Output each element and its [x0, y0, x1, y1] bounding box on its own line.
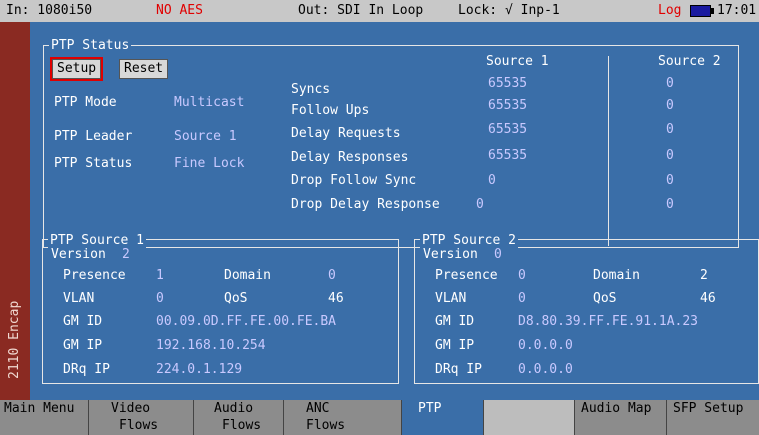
source2-header: Source 2	[658, 54, 721, 69]
softkey-bar: Main Menu Video Flows Audio Flows ANC Fl…	[0, 400, 759, 435]
gm-ip-value: 0.0.0.0	[518, 338, 573, 353]
sfp-setup-key[interactable]: SFP Setup	[666, 400, 759, 435]
gm-id-value: D8.80.39.FF.FE.91.1A.23	[518, 314, 699, 329]
qos-label: QoS	[224, 291, 248, 306]
counter-label: Follow Ups	[291, 103, 370, 118]
audio-flows-key[interactable]: Audio Flows	[193, 400, 284, 435]
version-label: Version	[423, 247, 478, 262]
clock: 17:01	[717, 3, 757, 18]
ptp-status-title: PTP Status	[49, 38, 132, 53]
counter-s2: 0	[666, 197, 674, 212]
audio-map-label: Audio Map	[581, 401, 652, 416]
gm-ip-label: GM IP	[63, 338, 103, 353]
source1-title: PTP Source 1	[48, 233, 146, 248]
ptp-leader-value: Source 1	[174, 129, 237, 144]
counter-label: Delay Requests	[291, 126, 401, 141]
blank-key[interactable]	[483, 400, 575, 435]
ptp-leader-label: PTP Leader	[54, 129, 133, 144]
main-menu-key[interactable]: Main Menu	[0, 400, 88, 435]
domain-value: 2	[700, 268, 708, 283]
ptp-mode-value: Multicast	[174, 95, 245, 110]
log-label: Log	[658, 3, 682, 18]
domain-label: Domain	[593, 268, 640, 283]
audio-flows-label-1: Audio	[214, 401, 254, 416]
presence-value: 0	[518, 268, 526, 283]
vlan-label: VLAN	[435, 291, 467, 306]
status-bar: In: 1080i50 NO AES Out: SDI In Loop Lock…	[0, 0, 759, 22]
anc-flows-label-2: Flows	[306, 418, 346, 433]
counter-s1: 65535	[488, 148, 528, 163]
video-flows-label-1: Video	[111, 401, 151, 416]
gm-id-label: GM ID	[435, 314, 475, 329]
gm-ip-value: 192.168.10.254	[156, 338, 266, 353]
video-flows-label-2: Flows	[119, 418, 159, 433]
source1-header: Source 1	[486, 54, 549, 69]
version-value: 0	[494, 247, 502, 262]
anc-flows-label-1: ANC	[306, 401, 330, 416]
vlan-value: 0	[156, 291, 164, 306]
counter-s2: 0	[666, 122, 674, 137]
counter-s1: 0	[476, 197, 484, 212]
lock-status: Lock: √ Inp-1	[458, 3, 560, 18]
aes-status: NO AES	[156, 3, 203, 18]
qos-value: 46	[700, 291, 716, 306]
audio-flows-label-2: Flows	[222, 418, 262, 433]
gm-id-value: 00.09.0D.FF.FE.00.FE.BA	[156, 314, 337, 329]
sfp-setup-label: SFP Setup	[673, 401, 744, 416]
video-flows-key[interactable]: Video Flows	[88, 400, 194, 435]
column-divider	[608, 56, 609, 246]
counter-s2: 0	[666, 148, 674, 163]
side-tab-label: 2110 Encap	[7, 300, 22, 379]
drq-ip-label: DRq IP	[63, 362, 110, 377]
domain-value: 0	[328, 268, 336, 283]
drq-ip-label: DRq IP	[435, 362, 482, 377]
counter-s2: 0	[666, 98, 674, 113]
gm-ip-label: GM IP	[435, 338, 475, 353]
output-mode: Out: SDI In Loop	[298, 3, 424, 18]
counter-label: Delay Responses	[291, 150, 409, 165]
domain-label: Domain	[224, 268, 271, 283]
version-label: Version	[51, 247, 106, 262]
counter-label: Drop Follow Sync	[291, 173, 417, 188]
vlan-value: 0	[518, 291, 526, 306]
counter-s1: 65535	[488, 76, 528, 91]
ptp-status-value: Fine Lock	[174, 156, 245, 171]
anc-flows-key[interactable]: ANC Flows	[283, 400, 402, 435]
counter-s1: 0	[488, 173, 496, 188]
side-tab[interactable]: 2110 Encap	[0, 22, 30, 400]
drq-ip-value: 224.0.1.129	[156, 362, 243, 377]
drq-ip-value: 0.0.0.0	[518, 362, 573, 377]
qos-value: 46	[328, 291, 344, 306]
main-panel: PTP Status Setup Reset PTP Mode Multicas…	[30, 22, 759, 400]
counter-s1: 65535	[488, 98, 528, 113]
main-menu-label: Main Menu	[4, 401, 75, 416]
qos-label: QoS	[593, 291, 617, 306]
vlan-label: VLAN	[63, 291, 95, 306]
counter-label: Drop Delay Response	[291, 197, 440, 212]
ptp-mode-label: PTP Mode	[54, 95, 117, 110]
battery-icon	[690, 5, 714, 21]
counter-label: Syncs	[291, 82, 331, 97]
presence-label: Presence	[63, 268, 126, 283]
source2-title: PTP Source 2	[420, 233, 518, 248]
gm-id-label: GM ID	[63, 314, 103, 329]
presence-label: Presence	[435, 268, 498, 283]
counter-s2: 0	[666, 173, 674, 188]
input-format: In: 1080i50	[6, 3, 93, 18]
ptp-status-label: PTP Status	[54, 156, 133, 171]
counter-s2: 0	[666, 76, 674, 91]
counter-s1: 65535	[488, 122, 528, 137]
ptp-label: PTP	[418, 401, 442, 416]
audio-map-key[interactable]: Audio Map	[574, 400, 667, 435]
presence-value: 1	[156, 268, 164, 283]
reset-button[interactable]: Reset	[119, 59, 169, 79]
ptp-key[interactable]: PTP	[401, 400, 484, 435]
setup-button[interactable]: Setup	[49, 57, 104, 81]
version-value: 2	[122, 247, 130, 262]
